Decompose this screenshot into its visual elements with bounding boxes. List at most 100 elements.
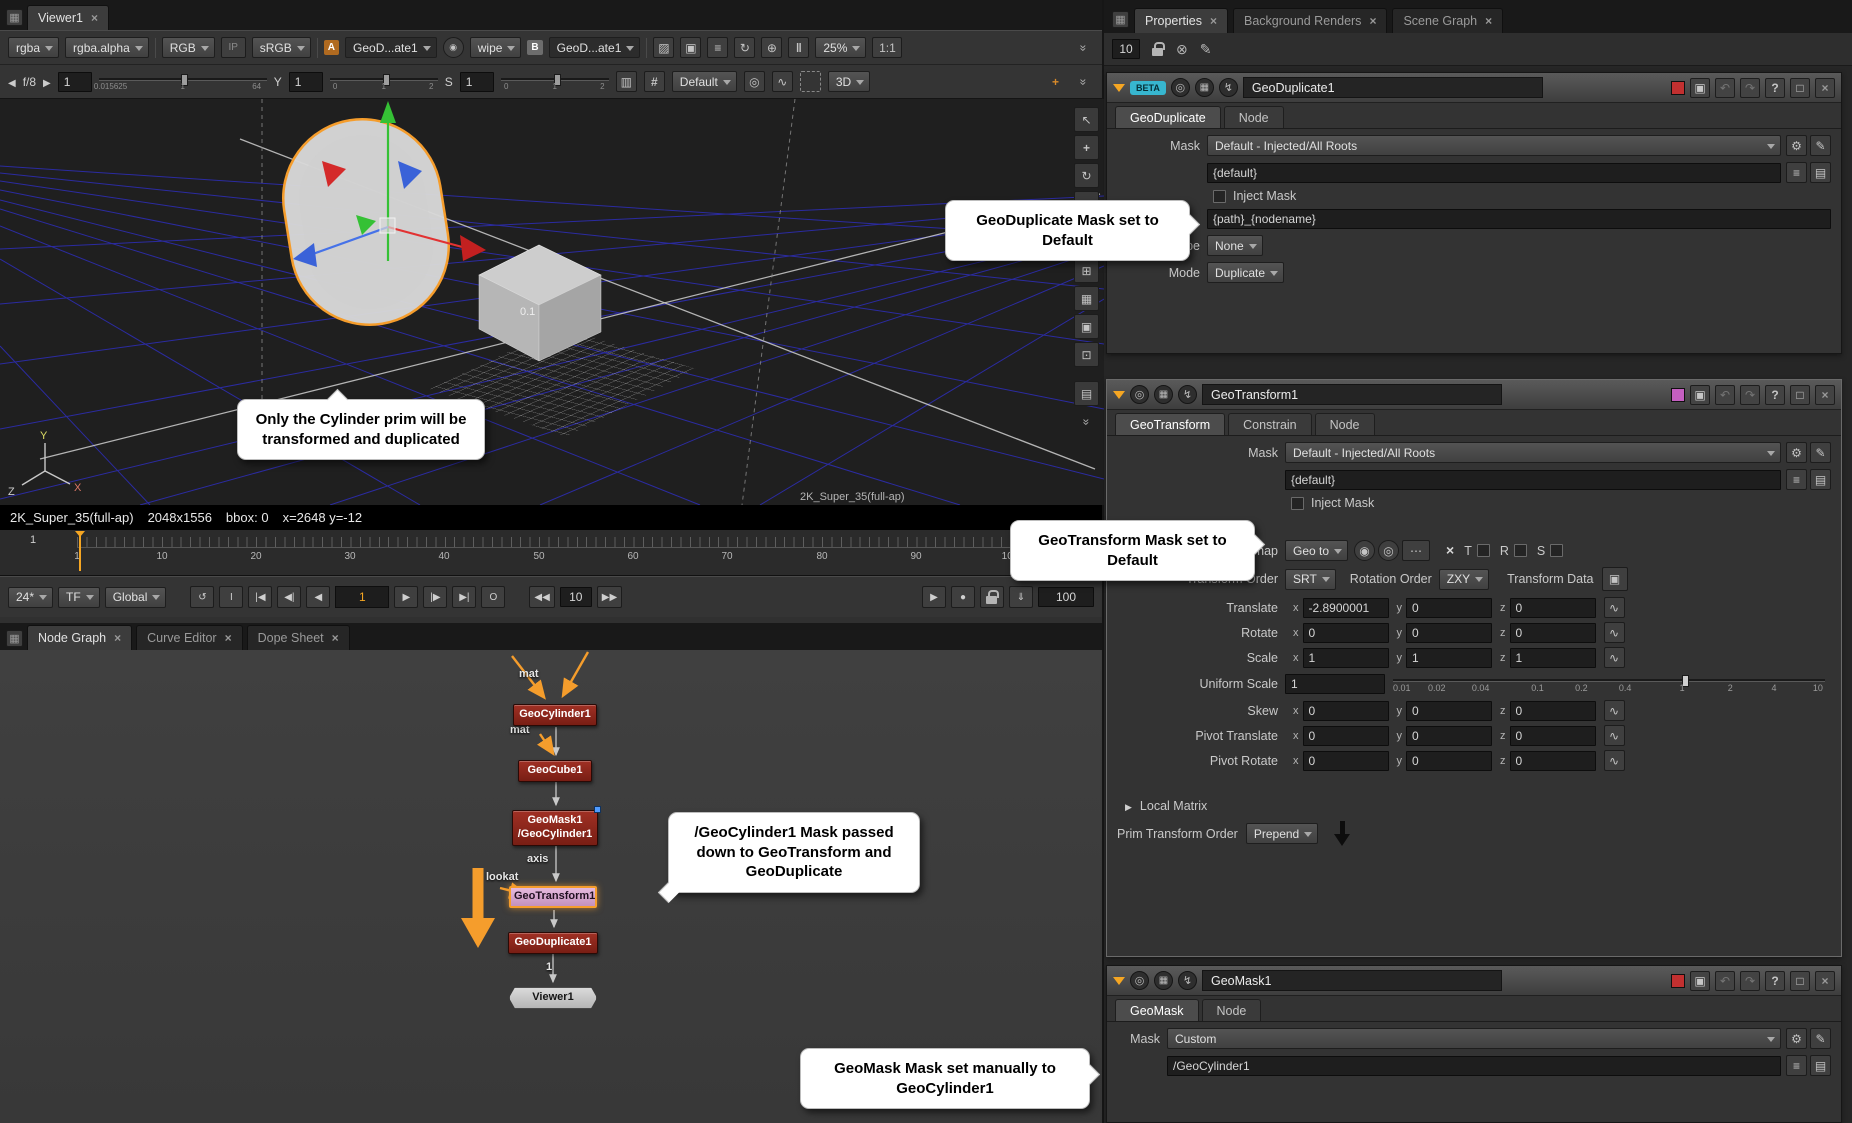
close-icon[interactable] <box>1369 14 1376 28</box>
float-icon[interactable] <box>1790 78 1810 98</box>
skew-y-field[interactable] <box>1406 701 1492 721</box>
fps-dropdown[interactable]: 24* <box>8 587 53 608</box>
local-matrix-row[interactable]: Local Matrix <box>1125 797 1831 815</box>
list-icon[interactable] <box>1786 469 1807 490</box>
node-color-swatch[interactable] <box>1671 388 1685 402</box>
node-color-swatch[interactable] <box>1671 974 1685 988</box>
pane-menu-icon[interactable] <box>6 9 23 26</box>
translate-y-field[interactable] <box>1406 598 1492 618</box>
3d-scene[interactable]: 0.1 <box>0 99 1104 505</box>
clear-icon[interactable] <box>1446 542 1454 560</box>
list-icon[interactable] <box>1786 1055 1807 1076</box>
play-forward-button[interactable]: ▶ <box>394 586 418 608</box>
wire-grid-icon[interactable] <box>644 71 665 92</box>
tab-geomask[interactable]: GeoMask <box>1115 999 1199 1021</box>
mask-pattern-field[interactable] <box>1285 470 1781 490</box>
pencil-icon[interactable] <box>1810 135 1831 156</box>
close-icon[interactable] <box>1815 385 1835 405</box>
grid-display-icon[interactable] <box>1074 286 1099 311</box>
tab-scene-graph[interactable]: Scene Graph <box>1392 8 1503 33</box>
rotate-z-field[interactable] <box>1510 623 1596 643</box>
proxy-stripes-icon[interactable] <box>653 37 674 58</box>
translate-x-field[interactable] <box>1303 598 1389 618</box>
inject-mask-checkbox[interactable] <box>1213 190 1226 203</box>
play-backward-button[interactable]: ◀ <box>306 586 330 608</box>
node-geoduplicate1[interactable]: GeoDuplicate1 <box>508 932 598 954</box>
close-icon[interactable] <box>1210 14 1217 28</box>
postage-icon[interactable] <box>1690 78 1710 98</box>
target-icon[interactable] <box>1045 71 1066 92</box>
gamma-field[interactable] <box>289 72 323 92</box>
skew-x-field[interactable] <box>1303 701 1389 721</box>
mask-pattern-field[interactable] <box>1207 163 1781 183</box>
refresh-icon[interactable] <box>734 37 755 58</box>
node-viewer1[interactable]: Viewer1 <box>509 987 597 1009</box>
close-icon[interactable] <box>332 631 339 645</box>
tab-background-renders[interactable]: Background Renders <box>1233 8 1387 33</box>
node-geotransform1[interactable]: GeoTransform1 <box>509 886 597 908</box>
name-pattern-field[interactable] <box>1207 209 1831 229</box>
render-flag-icon[interactable] <box>922 586 946 608</box>
postage-icon[interactable] <box>1690 385 1710 405</box>
step-forward-button[interactable]: ▶▶ <box>597 586 622 608</box>
focus-icon[interactable] <box>1171 78 1190 97</box>
snap-s-checkbox[interactable] <box>1550 544 1563 557</box>
pivot-translate-x-field[interactable] <box>1303 726 1389 746</box>
fstop-label[interactable]: f/8 <box>23 75 36 89</box>
chevrons-down-icon[interactable] <box>1074 409 1099 434</box>
tab-node-graph[interactable]: Node Graph <box>27 625 132 650</box>
pivot-translate-z-field[interactable] <box>1510 726 1596 746</box>
a-input-dropdown[interactable]: GeoD...ate1 <box>345 37 437 58</box>
pivot-rotate-z-field[interactable] <box>1510 751 1596 771</box>
node-name-field[interactable]: GeoMask1 <box>1202 970 1502 991</box>
undo-icon[interactable] <box>1715 971 1735 991</box>
wipe-center-icon[interactable] <box>443 37 464 58</box>
rotate-y-field[interactable] <box>1406 623 1492 643</box>
anim-curve-icon[interactable] <box>1604 647 1625 668</box>
close-icon[interactable] <box>1485 14 1492 28</box>
stencil-box-icon[interactable] <box>800 71 821 92</box>
uniform-scale-slider[interactable]: 0.01 0.02 0.04 0.1 0.2 0.4 1 2 4 10 <box>1393 672 1831 696</box>
pencil-icon[interactable] <box>1200 41 1212 58</box>
viewer-process-dropdown[interactable]: Default <box>672 71 737 92</box>
scale-y-field[interactable] <box>1406 648 1492 668</box>
alpha-dropdown[interactable]: rgba.alpha <box>65 37 149 58</box>
roi-icon[interactable] <box>761 37 782 58</box>
uniform-scale-field[interactable] <box>1285 674 1385 694</box>
out-point-button[interactable]: O <box>481 586 505 608</box>
max-panels-field[interactable] <box>1112 39 1140 59</box>
plug-icon[interactable] <box>1219 78 1238 97</box>
rows-icon[interactable] <box>707 37 728 58</box>
tab-curve-editor[interactable]: Curve Editor <box>136 625 243 650</box>
tab-node[interactable]: Node <box>1224 106 1284 128</box>
timeline-ruler[interactable]: 1 1 10 20 30 40 50 60 70 80 90 100 <box>0 530 1102 576</box>
tab-properties[interactable]: Properties <box>1134 8 1228 33</box>
saturation-field[interactable] <box>460 72 494 92</box>
translate-z-field[interactable] <box>1510 598 1596 618</box>
rotate-x-field[interactable] <box>1303 623 1389 643</box>
loop-icon[interactable] <box>190 586 214 608</box>
prev-keyframe-button[interactable]: ◀| <box>277 586 301 608</box>
wave-icon[interactable] <box>772 71 793 92</box>
lock-range-button[interactable] <box>980 586 1004 608</box>
transform-order-dropdown[interactable]: SRT <box>1285 569 1336 590</box>
flip-icon[interactable] <box>616 71 637 92</box>
redo-icon[interactable] <box>1740 971 1760 991</box>
zoom-dropdown[interactable]: 25% <box>815 37 866 58</box>
help-icon[interactable] <box>1765 78 1785 98</box>
close-icon[interactable] <box>1815 78 1835 98</box>
inject-mask-checkbox[interactable] <box>1291 497 1304 510</box>
channels-icon[interactable] <box>1154 385 1173 404</box>
frame-sel-icon[interactable] <box>1074 342 1099 367</box>
help-icon[interactable] <box>1765 385 1785 405</box>
snap-r-checkbox[interactable] <box>1514 544 1527 557</box>
anim-curve-icon[interactable] <box>1604 700 1625 721</box>
record-icon[interactable] <box>951 586 975 608</box>
3d-viewport[interactable]: 0.1 <box>0 99 1104 505</box>
sheet-icon[interactable] <box>1810 469 1831 490</box>
skew-z-field[interactable] <box>1510 701 1596 721</box>
sheet-icon[interactable] <box>1810 162 1831 183</box>
pencil-icon[interactable] <box>1810 1028 1831 1049</box>
mask-dropdown[interactable]: Default - Injected/All Roots <box>1285 442 1781 463</box>
collapse-triangle-icon[interactable] <box>1113 84 1125 92</box>
